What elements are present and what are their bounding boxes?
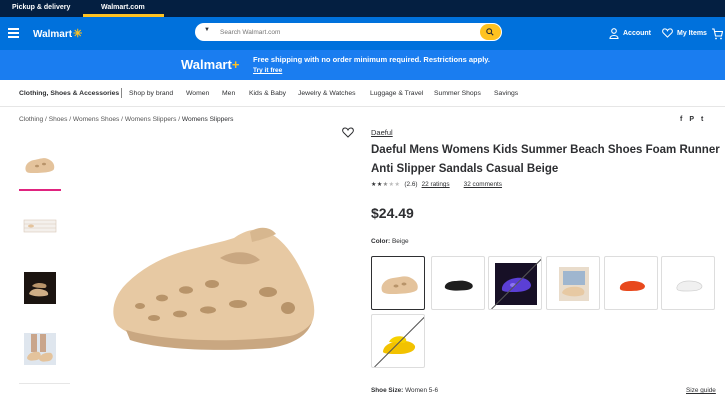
twitter-icon[interactable]: t [701, 116, 703, 123]
thumbnail-4[interactable] [19, 326, 61, 374]
walmart-plus-logo: Walmart+ [181, 57, 240, 72]
nav-women[interactable]: Women [186, 90, 209, 97]
nav-summer-shops[interactable]: Summer Shops [434, 90, 481, 97]
rating-row: ★★★★★ (2.6) 22 ratings 32 comments [371, 181, 502, 188]
breadcrumb-current: Womens Slippers [181, 116, 234, 123]
search-button[interactable] [480, 24, 501, 40]
nav-savings[interactable]: Savings [494, 90, 518, 97]
favorite-button[interactable] [342, 125, 354, 143]
nav-divider [121, 88, 122, 98]
user-icon [609, 28, 619, 39]
comments-link[interactable]: 32 comments [464, 181, 502, 188]
beige-shoe-thumbnail [25, 158, 55, 173]
color-swatch-white[interactable] [661, 256, 715, 310]
nav-shop-by-brand[interactable]: Shop by brand [129, 90, 173, 97]
heart-icon [662, 28, 673, 38]
nav-kids-baby[interactable]: Kids & Baby [249, 90, 286, 97]
thumbnail-3[interactable] [19, 264, 61, 312]
account-label: Account [623, 30, 651, 37]
selected-color: Beige [391, 238, 409, 245]
breadcrumb-womens-shoes[interactable]: Womens Shoes [73, 116, 119, 123]
red-shoe-swatch [619, 281, 645, 291]
thumbnail-divider [19, 383, 70, 384]
product-price: $24.49 [371, 205, 414, 221]
facebook-icon[interactable]: f [680, 116, 682, 123]
worn-shoe-thumbnail [24, 333, 56, 365]
breadcrumb-shoes[interactable]: Shoes [49, 116, 68, 123]
account-button[interactable]: Account [609, 28, 651, 39]
color-swatch-red[interactable] [604, 256, 658, 310]
pickup-delivery-tab[interactable]: Pickup & delivery [12, 4, 70, 11]
walmart-plus-banner: Walmart+ Free shipping with no order min… [0, 50, 725, 80]
chevron-down-icon[interactable]: ▼ [204, 27, 210, 33]
walmart-com-tab[interactable]: Walmart.com [101, 4, 145, 11]
search-bar: ▼ [195, 23, 502, 41]
color-swatch-lifestyle[interactable] [546, 256, 600, 310]
search-icon [486, 28, 494, 36]
thumbnail-1[interactable] [19, 140, 61, 191]
breadcrumb-womens-slippers[interactable]: Womens Slippers [125, 116, 177, 123]
lifestyle-shoe-swatch [559, 267, 589, 301]
nav-clothing-shoes-accessories[interactable]: Clothing, Shoes & Accessories [19, 90, 119, 97]
color-swatch-purple[interactable] [488, 256, 542, 310]
pinterest-icon[interactable]: P [689, 116, 694, 123]
promo-text: Free shipping with no order minimum requ… [253, 55, 490, 64]
menu-icon[interactable] [8, 28, 19, 38]
category-nav: Clothing, Shoes & Accessories Shop by br… [0, 80, 725, 107]
breadcrumb-clothing[interactable]: Clothing [19, 116, 43, 123]
try-it-free-link[interactable]: Try it free [253, 67, 282, 74]
nav-luggage-travel[interactable]: Luggage & Travel [370, 90, 423, 97]
black-shoe-swatch [444, 280, 473, 291]
nav-jewelry-watches[interactable]: Jewelry & Watches [298, 90, 356, 97]
breadcrumb: Clothing / Shoes / Womens Shoes / Womens… [19, 116, 234, 123]
share-buttons: f P t [680, 116, 703, 123]
heart-outline-icon [342, 127, 354, 138]
white-shoe-swatch [676, 280, 703, 292]
main-product-image[interactable] [100, 218, 320, 353]
top-bar: Pickup & delivery Walmart.com [0, 0, 725, 17]
product-title: Daeful Mens Womens Kids Summer Beach Sho… [371, 144, 720, 175]
star-rating: ★★★★★ [371, 182, 401, 188]
spark-icon: ✳ [73, 28, 83, 40]
ratings-link[interactable]: 22 ratings [422, 181, 450, 188]
cart-icon [712, 28, 724, 40]
dark-photo-thumbnail [24, 272, 56, 304]
shoe-size-label: Shoe Size: Women 5-6 [371, 387, 439, 394]
color-label: Color: Beige [371, 238, 409, 245]
brand-link[interactable]: Daeful [371, 128, 393, 137]
thumbnail-2[interactable] [19, 202, 61, 250]
walmart-logo[interactable]: Walmart✳ [33, 27, 82, 40]
color-swatch-yellow[interactable] [371, 314, 425, 368]
rating-value: (2.6) [404, 181, 418, 188]
size-chart-thumbnail [23, 219, 57, 233]
nav-men[interactable]: Men [222, 90, 235, 97]
beige-shoe-swatch [381, 276, 418, 294]
site-header: Walmart✳ ▼ Account My Items [0, 17, 725, 50]
color-swatch-beige[interactable] [371, 256, 425, 310]
size-guide-link[interactable]: Size guide [686, 387, 716, 394]
active-thumbnail-indicator [19, 189, 61, 191]
cart-button[interactable] [711, 27, 724, 45]
search-input[interactable] [220, 26, 460, 38]
selected-shoe-size: Women 5-6 [405, 387, 439, 394]
my-items-label: My Items [677, 29, 707, 37]
my-items-button[interactable]: My Items [662, 28, 707, 38]
color-swatch-black[interactable] [431, 256, 485, 310]
